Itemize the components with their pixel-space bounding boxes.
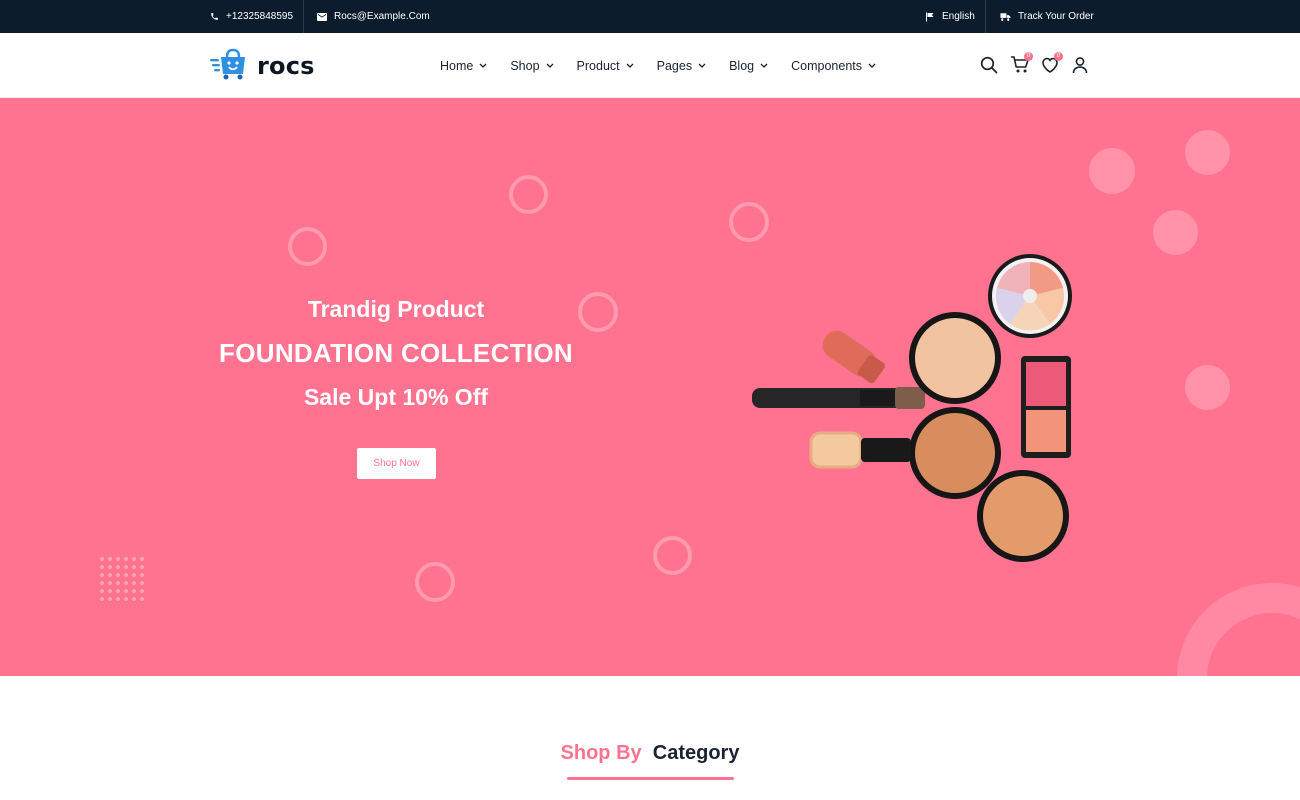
decor-ring — [578, 292, 618, 332]
shop-now-button[interactable]: Shop Now — [357, 448, 436, 479]
nav-item-home[interactable]: Home — [440, 59, 487, 73]
topbar-phone[interactable]: +12325848595 — [210, 0, 293, 33]
nav-item-label: Blog — [729, 58, 755, 73]
topbar-divider — [985, 0, 986, 33]
mail-icon — [317, 12, 327, 21]
logo[interactable]: rocs — [210, 48, 315, 85]
track-order-link[interactable]: Track Your Order — [1000, 0, 1094, 33]
section-title-part2: Category — [652, 742, 740, 764]
decor-ring — [653, 536, 692, 575]
decor-blob — [1089, 148, 1135, 194]
hero-title: FOUNDATION COLLECTION — [219, 338, 573, 368]
phone-number: +12325848595 — [226, 11, 294, 22]
language-selector[interactable]: English — [925, 0, 975, 33]
decor-ring — [288, 227, 327, 266]
logo-text: rocs — [257, 52, 315, 80]
chevron-down-icon — [868, 63, 876, 68]
decor-ring — [729, 202, 769, 242]
section-title: Shop By Category — [0, 742, 1300, 765]
decor-ring — [415, 562, 455, 602]
cart-button[interactable]: 0 — [1010, 52, 1033, 75]
account-button[interactable] — [1070, 55, 1090, 75]
search-icon — [980, 56, 998, 74]
topbar-email[interactable]: Rocs@Example.Com — [317, 0, 430, 33]
hero-subtitle: Trandig Product — [307, 296, 485, 322]
decor-large-ring — [1177, 583, 1300, 676]
nav-item-label: Shop — [510, 58, 540, 73]
user-icon — [1072, 57, 1088, 74]
decor-blob — [1153, 210, 1198, 255]
hero-banner: Trandig Product FOUNDATION COLLECTION Sa… — [0, 98, 1300, 676]
flag-icon — [925, 12, 935, 22]
nav-item-product[interactable]: Product — [577, 59, 634, 73]
shopping-bag-logo-icon — [210, 48, 248, 85]
decor-blob — [1185, 130, 1230, 175]
cosmetics-product-image — [752, 254, 1072, 562]
track-order-label: Track Your Order — [1018, 11, 1094, 22]
cart-count-badge: 0 — [1024, 52, 1033, 61]
nav-item-shop[interactable]: Shop — [510, 58, 554, 73]
nav-item-label: Components — [791, 58, 862, 73]
hero-offer-text: Sale Upt 10% Off — [303, 384, 489, 410]
decor-ring — [509, 175, 548, 214]
wishlist-button[interactable]: 0 — [1040, 52, 1063, 75]
decor-blob — [1185, 365, 1230, 410]
top-bar: +12325848595 Rocs@Example.Com English Tr… — [0, 0, 1300, 33]
main-header: rocs Home Shop Product Pages Blog Compon… — [0, 33, 1300, 98]
search-button[interactable] — [979, 55, 999, 75]
nav-item-components[interactable]: Components — [791, 59, 876, 73]
topbar-divider — [303, 0, 304, 33]
chevron-down-icon — [626, 63, 634, 68]
email-address: Rocs@Example.Com — [334, 11, 430, 22]
chevron-down-icon — [546, 63, 554, 68]
section-title-part1: Shop By — [560, 742, 642, 764]
language-label: English — [942, 11, 975, 22]
main-nav: Home Shop Product Pages Blog Components — [440, 33, 876, 98]
nav-item-label: Product — [576, 58, 620, 73]
phone-icon — [210, 12, 219, 21]
nav-item-blog[interactable]: Blog — [729, 59, 768, 73]
truck-icon — [1000, 12, 1011, 21]
decor-dot-grid — [100, 557, 150, 607]
chevron-down-icon — [760, 63, 768, 68]
wishlist-count-badge: 0 — [1054, 52, 1063, 61]
nav-item-label: Home — [440, 58, 474, 73]
section-title-underline — [567, 777, 734, 780]
nav-item-label: Pages — [656, 58, 693, 73]
chevron-down-icon — [479, 63, 487, 68]
nav-item-pages[interactable]: Pages — [657, 59, 706, 73]
chevron-down-icon — [698, 63, 706, 68]
